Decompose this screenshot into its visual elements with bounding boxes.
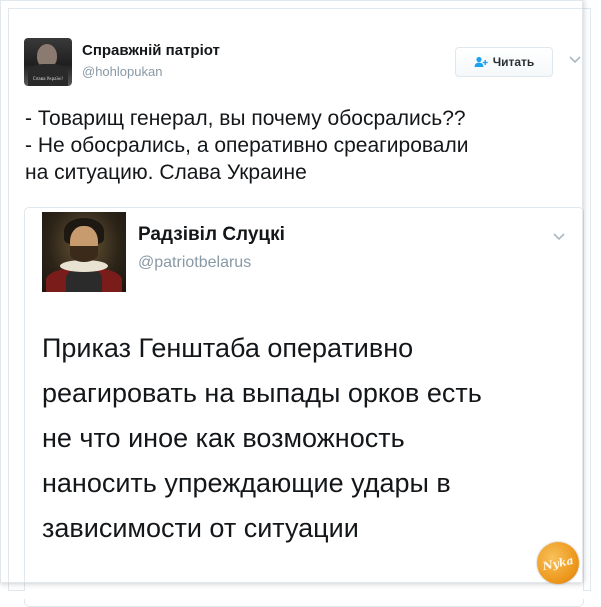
chevron-down-icon[interactable] [551,228,567,244]
portrait-beard [70,246,98,262]
quoted-text-line: наносить упреждающие удары в [42,468,451,498]
avatar-caption: Слава Україні! [32,76,64,81]
avatar-body [28,64,68,86]
tweet-text-line: на ситуацию. Слава Украине [25,161,307,184]
tweet-text-line: - Не обосрались, а оперативно среагирова… [25,134,469,157]
quoted-author-avatar[interactable] [42,212,126,292]
author-name[interactable]: Справжній патріот [82,42,220,59]
quoted-author-handle[interactable]: @patriotbelarus [138,254,251,272]
add-user-icon [474,56,488,68]
quoted-text-line: реагировать на выпады орков есть [42,378,482,408]
author-handle[interactable]: @hohlopukan [82,64,162,79]
watermark-label: Nyka [541,553,575,573]
chevron-down-icon[interactable] [568,52,582,66]
tweet-text-line: - Товарищ генерал, вы почему обосрались?… [25,107,466,130]
tweet-text: - Товарищ генерал, вы почему обосрались?… [25,105,580,186]
author-avatar[interactable]: Слава Україні! [24,38,72,86]
follow-button[interactable]: Читать [455,47,553,77]
quoted-text-line: не что иное как возможность [42,423,405,453]
quoted-tweet-text: Приказ Генштаба оперативно реагировать н… [42,326,577,551]
portrait-armor [66,270,102,292]
quoted-text-line: Приказ Генштаба оперативно [42,333,414,363]
quoted-author-name[interactable]: Радзівіл Слуцкі [138,224,285,246]
follow-button-label: Читать [492,55,535,69]
quoted-text-line: зависимости от ситуации [42,513,359,543]
page-bottom-margin [0,591,601,599]
